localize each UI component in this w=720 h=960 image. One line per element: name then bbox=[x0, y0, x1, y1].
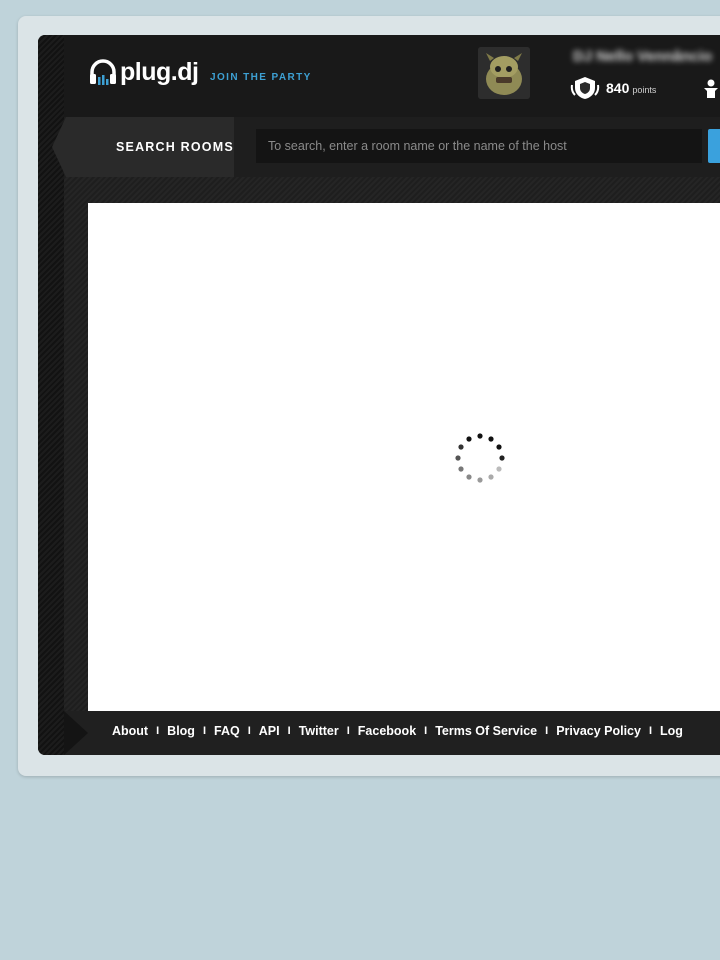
username[interactable]: DJ Nello Vennâncio bbox=[573, 48, 720, 65]
footer-bar: About I Blog I FAQ I API I Twitter I Fac… bbox=[64, 711, 720, 755]
room-list-panel bbox=[88, 203, 720, 713]
footer-separator: I bbox=[545, 725, 549, 737]
footer-link-blog[interactable]: Blog bbox=[167, 724, 195, 738]
search-bar: SEARCH ROOMS bbox=[52, 117, 720, 177]
footer-link-terms[interactable]: Terms Of Service bbox=[435, 724, 537, 738]
footer-separator: I bbox=[247, 725, 251, 737]
header-bar: plug.dj JOIN THE PARTY DJ Nello Vennânci… bbox=[64, 35, 720, 117]
fans-display: 18 bbox=[702, 79, 720, 99]
footer-link-facebook[interactable]: Facebook bbox=[358, 724, 416, 738]
app-window: plug.dj JOIN THE PARTY DJ Nello Vennânci… bbox=[38, 35, 720, 755]
footer-separator: I bbox=[156, 725, 160, 737]
loading-spinner-icon bbox=[455, 433, 505, 483]
footer-separator: I bbox=[346, 725, 350, 737]
footer-tab bbox=[64, 711, 88, 755]
shield-badge-icon bbox=[570, 77, 600, 99]
search-button[interactable] bbox=[708, 129, 720, 163]
points-display: 840 points bbox=[570, 75, 656, 101]
footer-separator: I bbox=[648, 725, 653, 737]
footer-link-log[interactable]: Log bbox=[660, 724, 683, 738]
footer-separator: I bbox=[424, 725, 428, 737]
footer-separator: I bbox=[287, 725, 291, 737]
logo-text: plug.dj bbox=[120, 57, 199, 86]
footer-links: About I Blog I FAQ I API I Twitter I Fac… bbox=[112, 724, 683, 738]
footer-link-api[interactable]: API bbox=[259, 724, 280, 738]
points-label: points bbox=[632, 84, 657, 95]
search-label: SEARCH ROOMS bbox=[116, 140, 234, 154]
headphones-logo-icon bbox=[90, 59, 116, 85]
avatar[interactable] bbox=[478, 47, 530, 99]
points-value: 840 bbox=[606, 80, 630, 96]
footer-separator: I bbox=[202, 725, 207, 737]
footer-link-about[interactable]: About bbox=[112, 724, 148, 738]
search-input[interactable] bbox=[256, 129, 702, 163]
logo[interactable]: plug.dj bbox=[88, 57, 199, 87]
footer-link-privacy[interactable]: Privacy Policy bbox=[556, 724, 641, 738]
content-frame bbox=[64, 177, 720, 713]
fan-person-icon bbox=[704, 79, 718, 98]
tagline: JOIN THE PARTY bbox=[210, 72, 312, 83]
avatar-image bbox=[478, 47, 530, 99]
footer-link-faq[interactable]: FAQ bbox=[214, 724, 240, 738]
footer-link-twitter[interactable]: Twitter bbox=[299, 724, 339, 738]
